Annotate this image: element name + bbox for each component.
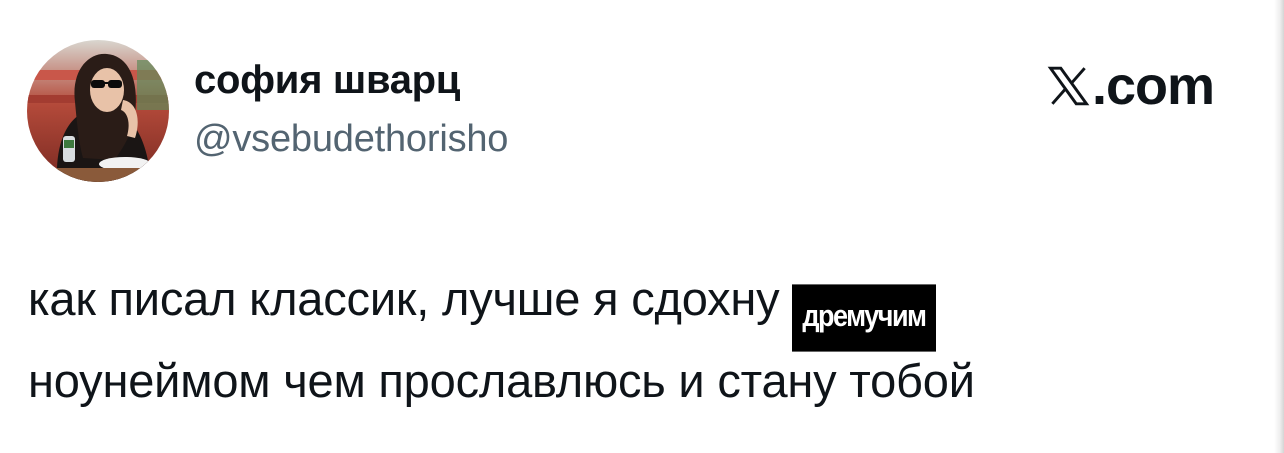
author-display-name[interactable]: софия шварц xyxy=(194,58,460,103)
avatar[interactable] xyxy=(27,40,169,182)
brand-domain-text: .com xyxy=(1092,56,1215,116)
x-logo-icon xyxy=(1047,66,1090,106)
sticker-label: дремучим xyxy=(792,284,936,352)
tweet-text: как писал классик, лучше я сдохну дремуч… xyxy=(28,266,1248,414)
tweet-text-line-1: как писал классик, лучше я сдохну дремуч… xyxy=(28,266,1248,352)
tweet-card: софия шварц @vsebudethorisho .com как пи… xyxy=(0,0,1284,453)
avatar-photo xyxy=(27,40,169,182)
x-brand-logo: .com xyxy=(1046,56,1215,116)
tweet-text-segment: как писал классик, лучше я сдохну xyxy=(28,272,780,325)
tweet-text-line-2: ноунеймом чем прославлюсь и стану тобой xyxy=(28,354,975,407)
scrollbar-edge[interactable] xyxy=(1274,0,1284,453)
author-handle[interactable]: @vsebudethorisho xyxy=(194,118,508,161)
